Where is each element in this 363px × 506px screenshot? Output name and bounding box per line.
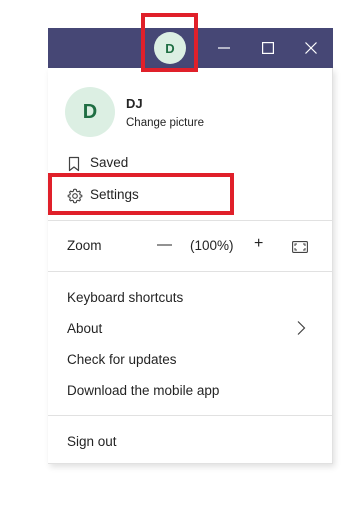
divider bbox=[48, 271, 333, 272]
profile-menu: D DJ Change picture Saved Settings Zoom … bbox=[48, 68, 333, 464]
avatar-initial: D bbox=[165, 40, 175, 56]
avatar[interactable]: D bbox=[65, 87, 115, 137]
bookmark-icon bbox=[68, 156, 80, 172]
chevron-right-icon[interactable] bbox=[296, 320, 306, 336]
zoom-out-button[interactable]: — bbox=[157, 236, 172, 253]
zoom-level: (100%) bbox=[190, 238, 234, 253]
close-icon bbox=[305, 42, 317, 54]
zoom-label: Zoom bbox=[67, 238, 102, 253]
menu-item-about[interactable]: About bbox=[67, 321, 102, 336]
change-picture-link[interactable]: Change picture bbox=[126, 117, 204, 129]
menu-item-saved-label: Saved bbox=[90, 155, 129, 170]
title-bar: D bbox=[48, 28, 333, 68]
gear-icon bbox=[67, 188, 83, 204]
zoom-in-button[interactable]: + bbox=[254, 235, 263, 253]
menu-item-settings-label: Settings bbox=[90, 187, 139, 202]
minimize-icon bbox=[218, 47, 230, 49]
maximize-button[interactable] bbox=[246, 28, 290, 68]
close-button[interactable] bbox=[289, 28, 333, 68]
minimize-button[interactable] bbox=[202, 28, 246, 68]
profile-avatar-button[interactable]: D bbox=[154, 32, 186, 64]
fit-to-screen-icon bbox=[292, 241, 308, 253]
avatar-initial-large: D bbox=[82, 100, 98, 123]
menu-item-sign-out[interactable]: Sign out bbox=[67, 434, 117, 449]
divider bbox=[48, 220, 333, 221]
profile-name: DJ bbox=[126, 96, 143, 111]
menu-item-download-mobile[interactable]: Download the mobile app bbox=[67, 383, 219, 398]
divider bbox=[48, 415, 333, 416]
maximize-icon bbox=[262, 42, 274, 54]
menu-item-keyboard-shortcuts[interactable]: Keyboard shortcuts bbox=[67, 290, 183, 305]
zoom-fit-button[interactable] bbox=[292, 240, 308, 258]
menu-item-check-updates[interactable]: Check for updates bbox=[67, 352, 177, 367]
